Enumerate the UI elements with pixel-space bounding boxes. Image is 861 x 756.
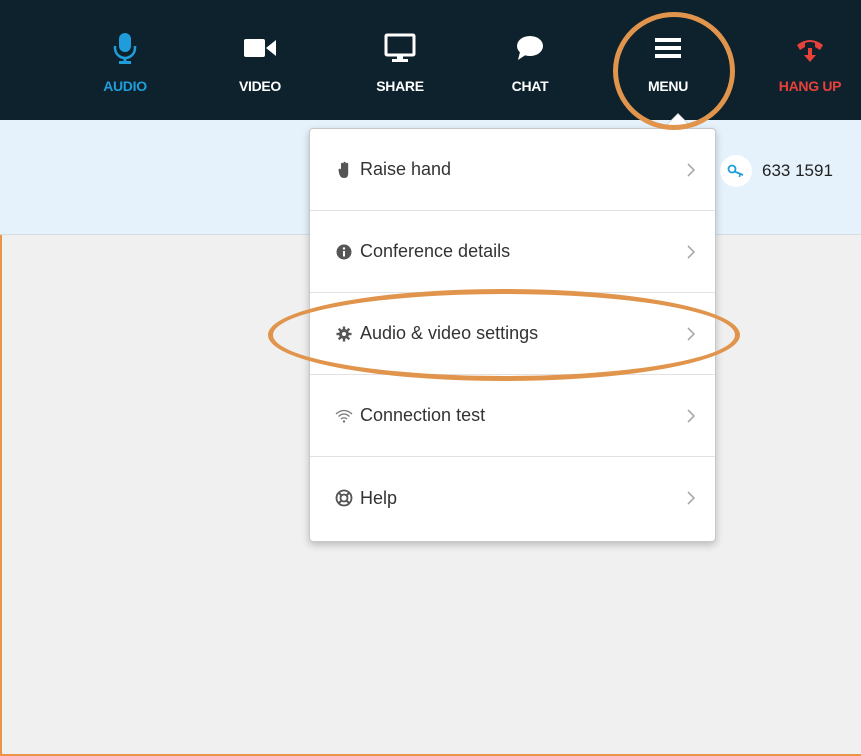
- monitor-icon: [380, 32, 420, 64]
- phone-hangup-icon: [790, 32, 830, 64]
- menu-item-audio-video-settings[interactable]: Audio & video settings: [310, 293, 715, 375]
- menu-item-label: Audio & video settings: [360, 323, 539, 343]
- video-label: VIDEO: [238, 78, 282, 94]
- hand-icon: [334, 160, 354, 180]
- menu-item-raise-hand[interactable]: Raise hand: [310, 129, 715, 211]
- audio-button[interactable]: AUDIO: [80, 0, 170, 120]
- menu-item-label: Raise hand: [360, 159, 452, 179]
- info-icon: [334, 242, 354, 262]
- menu-item-label: Help: [360, 487, 398, 508]
- share-label: SHARE: [376, 78, 424, 94]
- chat-bubble-icon: [510, 32, 550, 64]
- menu-item-conference-details[interactable]: Conference details: [310, 211, 715, 293]
- chevron-right-icon: [687, 408, 695, 423]
- key-icon: [720, 155, 752, 187]
- chevron-right-icon: [687, 326, 695, 341]
- chat-label: CHAT: [511, 78, 549, 94]
- menu-label: MENU: [647, 78, 689, 94]
- menu-caret: [664, 114, 692, 128]
- menu-button[interactable]: MENU: [623, 0, 713, 120]
- menu-item-connection-test[interactable]: Connection test: [310, 375, 715, 457]
- share-button[interactable]: SHARE: [355, 0, 445, 120]
- chevron-right-icon: [687, 162, 695, 177]
- chat-button[interactable]: CHAT: [485, 0, 575, 120]
- menu-item-label: Connection test: [360, 405, 486, 425]
- chevron-right-icon: [687, 491, 695, 505]
- chevron-right-icon: [687, 244, 695, 259]
- menu-item-help[interactable]: Help: [310, 457, 715, 539]
- audio-label: AUDIO: [103, 78, 147, 94]
- video-button[interactable]: VIDEO: [215, 0, 305, 120]
- hamburger-menu-icon: [648, 32, 688, 64]
- menu-item-label: Conference details: [360, 241, 511, 261]
- hang-up-label: HANG UP: [778, 78, 842, 94]
- call-toolbar: AUDIO VIDEO SHARE CHAT MENU HANG UP: [0, 0, 861, 120]
- gear-icon: [334, 324, 354, 344]
- video-camera-icon: [240, 32, 280, 64]
- conference-id: 633 1591: [720, 155, 833, 187]
- hang-up-button[interactable]: HANG UP: [765, 0, 855, 120]
- wifi-icon: [334, 406, 354, 426]
- menu-dropdown: Raise hand Conference details Audio & vi…: [309, 128, 716, 542]
- conference-id-text: 633 1591: [762, 161, 833, 180]
- lifebuoy-icon: [334, 488, 354, 508]
- microphone-icon: [105, 32, 145, 64]
